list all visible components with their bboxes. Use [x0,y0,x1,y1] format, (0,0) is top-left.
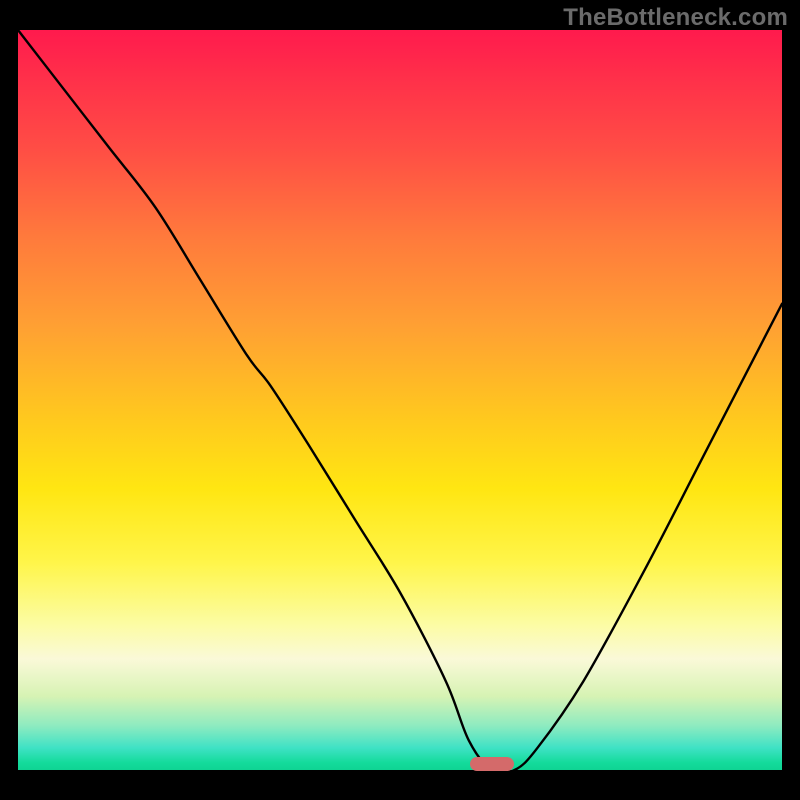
optimal-marker [470,757,514,771]
bottleneck-curve [18,30,782,770]
plot-area [18,30,782,770]
watermark-text: TheBottleneck.com [563,4,788,32]
chart-frame: TheBottleneck.com [0,0,800,800]
curve-layer [18,30,782,770]
